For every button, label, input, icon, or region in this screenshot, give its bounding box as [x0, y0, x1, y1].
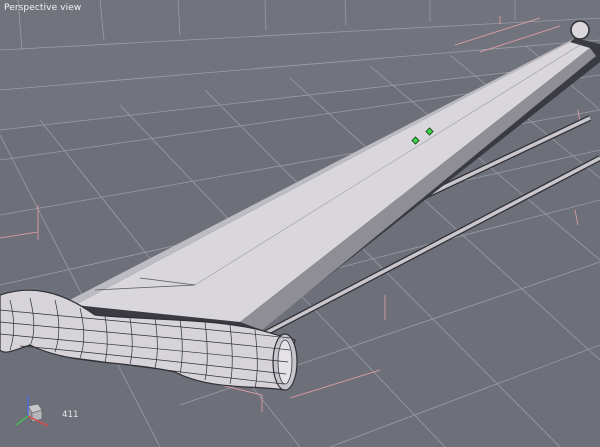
perspective-viewport[interactable]: Perspective view 411	[0, 0, 600, 447]
y-axis	[15, 415, 29, 426]
vertex-count: 411	[62, 410, 79, 420]
scene-canvas[interactable]	[0, 0, 600, 447]
viewport-label: Perspective view	[4, 3, 82, 13]
axis-gizmo-icon	[15, 396, 49, 427]
